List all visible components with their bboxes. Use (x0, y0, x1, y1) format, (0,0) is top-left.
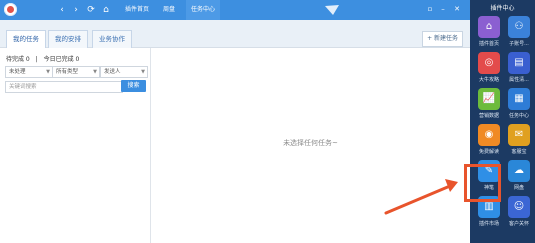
care-icon: ☺ (513, 201, 525, 212)
empty-state-message: 未选择任何任务~ (283, 139, 338, 147)
highlight-box (464, 164, 501, 202)
sidebar-tile-3[interactable]: ▤ (508, 52, 530, 74)
task-detail-pane: 未选择任何任务~ (151, 48, 470, 243)
cloud-icon: ☁ (514, 165, 524, 176)
coin-icon: ◉ (484, 129, 494, 140)
tab-my-schedule[interactable]: 我的安排 (48, 30, 88, 48)
strategy-icon: ◎ (484, 57, 494, 68)
brand-mark-icon (325, 5, 339, 15)
sidebar-tile-label: 客服宝 (511, 149, 527, 155)
sidebar-tile-label: 大牛攻略 (478, 77, 499, 83)
sidebar-tile-2[interactable]: ◎ (478, 52, 500, 74)
type-select[interactable]: 所有类型 ▼ (52, 66, 100, 78)
chat-icon: ✉ (514, 129, 524, 140)
sender-select[interactable]: 发送人 ▼ (100, 66, 148, 78)
sidebar-tile-label: 免费解读 (478, 149, 499, 155)
title-bar: ‹ › ⟳ ⌂ 插件首页 周盘 任务中心 ▫ – ✕ (0, 0, 470, 20)
refresh-icon[interactable]: ⟳ (85, 4, 97, 16)
tab-my-tasks[interactable]: 我的任务 (6, 30, 46, 48)
sidebar-tile-0[interactable]: ⌂ (478, 16, 500, 38)
sidebar-tile-6[interactable]: ◉ (478, 124, 500, 146)
sidebar-tile-label: 营销数据 (478, 113, 499, 119)
chevron-down-icon: ▼ (93, 69, 97, 75)
pending-count: 待完成 0 (6, 56, 30, 63)
chevron-down-icon: ▼ (141, 69, 145, 75)
person-icon: ⚇ (514, 21, 524, 32)
app-logo (4, 3, 17, 16)
tab-plugin-home[interactable]: 插件首页 (120, 0, 154, 20)
chart-icon: 📈 (482, 93, 496, 104)
sidebar-tile-9[interactable]: ☁ (508, 160, 530, 182)
sidebar-tile-label: 网盘 (513, 185, 524, 191)
sidebar-tile-label: 插件市场 (478, 221, 499, 227)
sidebar-tile-1[interactable]: ⚇ (508, 16, 530, 38)
sidebar-tile-label: 客户关怀 (508, 221, 529, 227)
sidebar-tile-11[interactable]: ☺ (508, 196, 530, 218)
plugin-sidebar: 插件中心 ⌂ 插件首页 ⚇ 子账号... ◎ 大牛攻略 ▤ 属性清... 📈 营销数据 ▦ 任务中心 ◉… (470, 0, 535, 243)
search-button[interactable]: 搜索 (121, 80, 146, 92)
market-icon: ▥ (484, 201, 494, 212)
today-done-count: 今日已完成 0 (43, 56, 80, 63)
home-icon[interactable]: ⌂ (100, 4, 112, 16)
stats-divider: | (35, 56, 38, 63)
keyword-search-input[interactable]: 关键词搜索 (5, 81, 123, 93)
tab-task-center[interactable]: 任务中心 (186, 0, 221, 20)
book-icon: ▤ (514, 57, 524, 68)
sidebar-tile-label: 插件首页 (478, 41, 499, 47)
task-stats: 待完成 0 | 今日已完成 0 (6, 54, 83, 63)
sidebar-tile-7[interactable]: ✉ (508, 124, 530, 146)
task-list-pane: 待完成 0 | 今日已完成 0 未处理 ▼ 所有类型 ▼ 发送人 ▼ 关键词搜索 搜索 (0, 48, 151, 243)
sidebar-tile-label: 属性清... (509, 77, 529, 83)
new-task-button[interactable]: + 新建任务 (422, 31, 463, 47)
back-arrow-icon[interactable]: ‹ (56, 4, 68, 16)
forward-arrow-icon[interactable]: › (70, 4, 82, 16)
calendar-icon: ▦ (514, 93, 524, 104)
sidebar-tile-4[interactable]: 📈 (478, 88, 500, 110)
minimize-icon[interactable]: – (438, 3, 448, 15)
chevron-down-icon: ▼ (46, 69, 50, 75)
sidebar-title: 插件中心 (490, 5, 515, 12)
sidebar-tile-label: 任务中心 (508, 113, 529, 119)
restore-icon[interactable]: ▫ (425, 3, 435, 15)
sidebar-tile-label: 子账号... (509, 41, 529, 47)
tab-weekly[interactable]: 周盘 (158, 0, 180, 20)
home-icon: ⌂ (485, 21, 493, 32)
close-icon[interactable]: ✕ (452, 3, 462, 15)
status-select[interactable]: 未处理 ▼ (5, 66, 53, 78)
sidebar-tile-5[interactable]: ▦ (508, 88, 530, 110)
tab-collaboration[interactable]: 业务协作 (92, 30, 132, 48)
